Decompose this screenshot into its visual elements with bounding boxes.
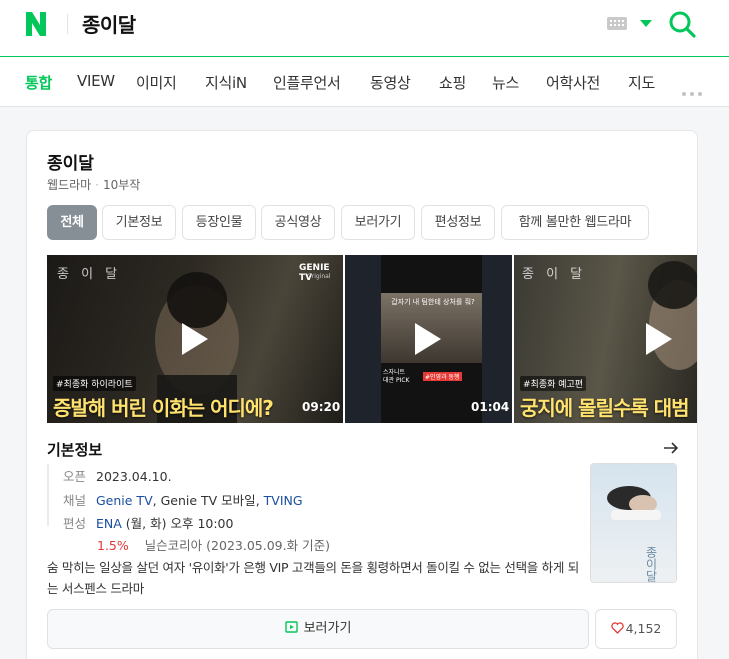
genre: 웹드라마 xyxy=(47,178,92,192)
episode-count: 10부작 xyxy=(103,178,141,192)
chip-watch[interactable]: 보러가기 xyxy=(341,205,415,240)
poster-image[interactable]: 종이달 xyxy=(590,463,677,583)
search-query[interactable]: 종이달 xyxy=(82,9,136,38)
video-tag: #최종화 하이라이트 xyxy=(53,376,136,391)
video-duration: 01:04 xyxy=(471,400,510,414)
basic-info-list: 오픈 2023.04.10. 채널 Genie TV, Genie TV 모바일, … xyxy=(47,464,577,531)
chevron-down-icon[interactable] xyxy=(640,20,652,27)
rating-source: 닐슨코리아 xyxy=(144,538,203,553)
chip-cast[interactable]: 등장인물 xyxy=(182,205,256,240)
channel-link[interactable]: TVING xyxy=(264,493,303,508)
video-watermark: 종 이 달 xyxy=(522,267,587,282)
info-row-schedule: 편성 ENA (월, 화) 오후 10:00 xyxy=(63,513,233,532)
play-icon xyxy=(182,323,208,355)
tab-view[interactable]: VIEW xyxy=(77,72,115,90)
chip-similar-dramas[interactable]: 함께 볼만한 웹드라마 xyxy=(501,205,649,240)
watch-button[interactable]: 보러가기 xyxy=(47,609,589,649)
like-count: 4,152 xyxy=(625,621,662,636)
video-thumbnail[interactable]: 종 이 달 #최종화 예고편 궁지에 몰릴수록 대범 xyxy=(514,255,697,423)
poster-title: 종이달 xyxy=(644,546,658,582)
heart-icon xyxy=(610,622,624,634)
video-thumbnail[interactable]: 종 이 달 GENIE TV Original #최종화 하이라이트 증발해 버… xyxy=(47,255,343,423)
video-label: 대관 PICK xyxy=(383,377,410,384)
channel-link[interactable]: Genie TV xyxy=(96,493,153,508)
play-square-icon xyxy=(284,621,298,633)
info-row-channel: 채널 Genie TV, Genie TV 모바일, TVING xyxy=(63,490,303,509)
genie-logo-sub: Original xyxy=(307,273,331,280)
video-tag: #최종화 예고편 xyxy=(520,376,587,391)
video-header: 갑자기 내 팀한테 상처를 줘? xyxy=(391,298,475,306)
naver-logo[interactable] xyxy=(24,11,48,37)
video-thumbnail[interactable]: 갑자기 내 팀한테 상처를 줘? 스자니트 대관 PICK #인영과 동행 01… xyxy=(345,255,512,423)
like-button[interactable]: 4,152 xyxy=(595,609,677,649)
arrow-right-icon[interactable] xyxy=(663,440,679,456)
info-row-open: 오픈 2023.04.10. xyxy=(63,466,172,485)
search-icon[interactable] xyxy=(668,10,696,38)
tab-news[interactable]: 뉴스 xyxy=(492,72,519,93)
network-link[interactable]: ENA xyxy=(96,516,122,531)
tab-influencer[interactable]: 인플루언서 xyxy=(273,72,341,93)
tab-video[interactable]: 동영상 xyxy=(370,72,411,93)
info-label: 편성 xyxy=(63,516,87,531)
info-row-rating: 1.5% 닐슨코리아 (2023.05.09.화 기준) xyxy=(97,535,330,554)
watch-label: 보러가기 xyxy=(303,621,352,636)
tab-integrated[interactable]: 통합 xyxy=(25,72,52,93)
play-icon xyxy=(415,323,441,355)
chip-all[interactable]: 전체 xyxy=(47,205,97,240)
drama-title[interactable]: 종이달 xyxy=(47,149,94,174)
header-divider xyxy=(67,14,68,34)
keyboard-icon[interactable] xyxy=(607,17,627,30)
info-label: 채널 xyxy=(63,493,87,508)
tab-dictionary[interactable]: 어학사전 xyxy=(546,72,600,93)
tab-map[interactable]: 지도 xyxy=(628,72,655,93)
more-icon[interactable] xyxy=(682,81,706,100)
basic-info-title[interactable]: 기본정보 xyxy=(47,439,102,460)
open-date: 2023.04.10. xyxy=(96,469,172,484)
video-label: #인영과 동행 xyxy=(423,372,462,381)
rating-date: (2023.05.09.화 기준) xyxy=(206,538,330,553)
video-watermark: 종 이 달 xyxy=(57,267,122,282)
tab-images[interactable]: 이미지 xyxy=(136,72,177,93)
synopsis: 숨 막히는 일상을 살던 여자 '유이화'가 은행 VIP 고객들의 돈을 횡령… xyxy=(47,560,579,596)
video-caption: 증발해 버린 이화는 어디에? xyxy=(53,396,274,420)
tab-kin[interactable]: 지식iN xyxy=(205,72,247,93)
video-duration: 09:20 xyxy=(302,400,341,414)
play-icon xyxy=(646,323,672,355)
tab-shopping[interactable]: 쇼핑 xyxy=(439,72,466,93)
drama-info-card: 종이달 웹드라마 · 10부작 전체 기본정보 등장인물 공식영상 보러가기 편성정… xyxy=(26,130,698,659)
chip-basic-info[interactable]: 기본정보 xyxy=(102,205,176,240)
header: 종이달 xyxy=(0,0,729,57)
chip-schedule[interactable]: 편성정보 xyxy=(421,205,495,240)
chip-official-video[interactable]: 공식영상 xyxy=(261,205,335,240)
search-tabs: 통합 VIEW 이미지 지식iN 인플루언서 동영상 쇼핑 뉴스 어학사전 지도 xyxy=(0,57,729,107)
info-label: 오픈 xyxy=(63,469,87,484)
channel-text: Genie TV 모바일 xyxy=(160,493,256,508)
drama-meta: 웹드라마 · 10부작 xyxy=(47,178,141,192)
video-caption: 궁지에 몰릴수록 대범 xyxy=(520,396,690,420)
schedule-time: (월, 화) 오후 10:00 xyxy=(125,516,234,531)
rating-value: 1.5% xyxy=(97,538,129,553)
